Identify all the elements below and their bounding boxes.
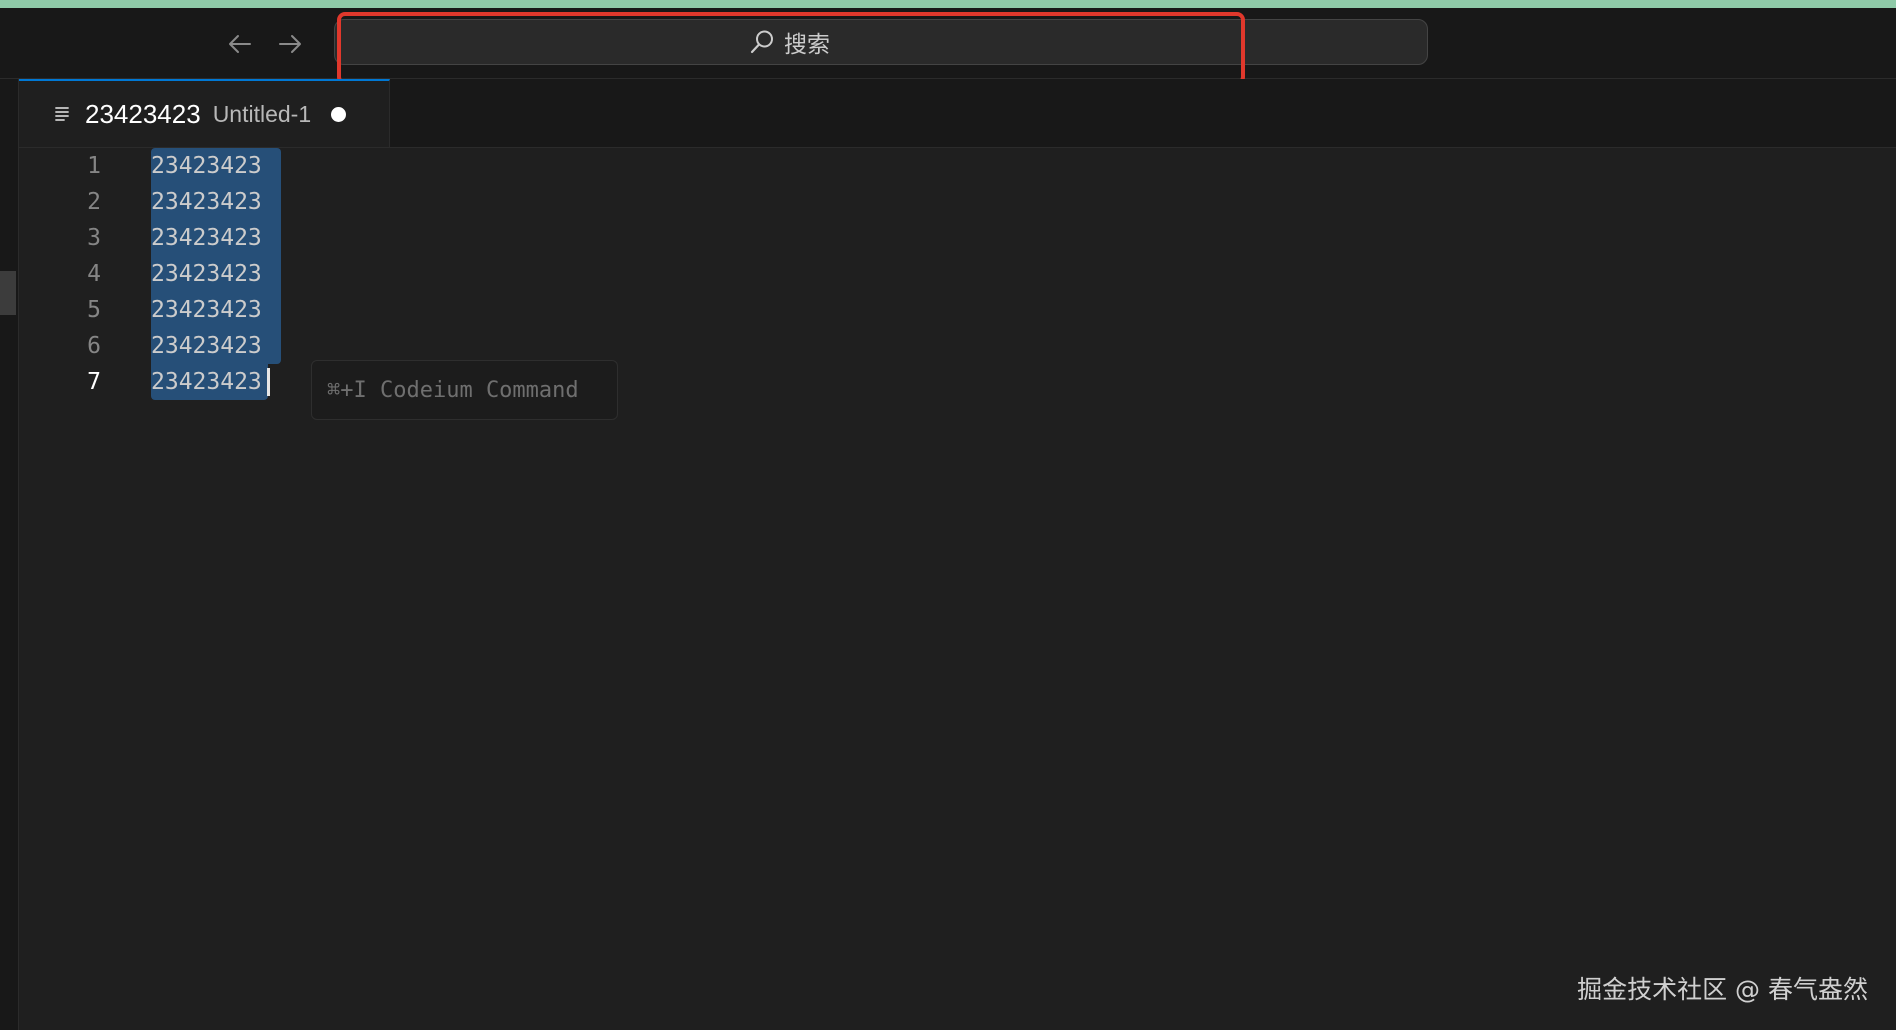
line-number: 5 <box>87 297 101 323</box>
line-text[interactable]: 23423423 <box>151 148 262 184</box>
forward-button[interactable] <box>272 26 308 62</box>
code-editor[interactable]: 1 23423423 2 23423423 3 23423423 4 23423… <box>19 148 1896 1030</box>
editor-window: 搜索 23423423 Untitled-1 1 23423423 2 2342… <box>0 0 1896 1030</box>
search-label: 搜索 <box>784 32 830 58</box>
editor-line: 4 23423423 <box>19 256 1896 292</box>
line-number: 1 <box>87 153 101 179</box>
line-text[interactable]: 23423423 <box>151 364 262 400</box>
editor-line: 5 23423423 <box>19 292 1896 328</box>
arrow-left-icon <box>229 35 251 53</box>
search-content: 搜索 <box>748 25 830 59</box>
line-text[interactable]: 23423423 <box>151 328 262 364</box>
line-number: 3 <box>87 225 101 251</box>
rail-marker <box>0 271 16 315</box>
activity-rail <box>0 79 19 1030</box>
search-icon <box>750 30 773 54</box>
codeium-command-hint[interactable]: ⌘+I Codeium Command <box>311 360 618 420</box>
tab-title: 23423423 <box>85 98 201 129</box>
line-number: 2 <box>87 189 101 215</box>
top-color-strip <box>0 0 1896 8</box>
back-button[interactable] <box>222 26 258 62</box>
lines-icon <box>53 104 73 124</box>
line-number: 4 <box>87 261 101 287</box>
command-center-search[interactable]: 搜索 <box>334 19 1428 65</box>
text-cursor <box>267 368 270 396</box>
codeium-hint-text: ⌘+I Codeium Command <box>327 377 579 403</box>
tab-description: Untitled-1 <box>212 100 312 127</box>
watermark: 掘金技术社区 @ 春气盎然 <box>1577 975 1868 1004</box>
line-number: 7 <box>87 369 101 395</box>
line-number: 6 <box>87 333 101 359</box>
unsaved-dot-icon[interactable] <box>331 106 347 122</box>
title-bar: 搜索 <box>0 8 1896 85</box>
line-text[interactable]: 23423423 <box>151 292 262 328</box>
tab-untitled-1[interactable]: 23423423 Untitled-1 <box>19 79 390 147</box>
editor-line: 1 23423423 <box>19 148 1896 184</box>
line-text[interactable]: 23423423 <box>151 256 262 292</box>
line-text[interactable]: 23423423 <box>151 220 262 256</box>
editor-line: 2 23423423 <box>19 184 1896 220</box>
tab-bar: 23423423 Untitled-1 <box>19 79 1896 148</box>
editor-line: 3 23423423 <box>19 220 1896 256</box>
editor-line: 6 23423423 <box>19 328 1896 364</box>
line-text[interactable]: 23423423 <box>151 184 262 220</box>
arrow-right-icon <box>279 35 301 53</box>
editor-line-active: 7 23423423 ⌘+I Codeium Command <box>19 360 1896 420</box>
